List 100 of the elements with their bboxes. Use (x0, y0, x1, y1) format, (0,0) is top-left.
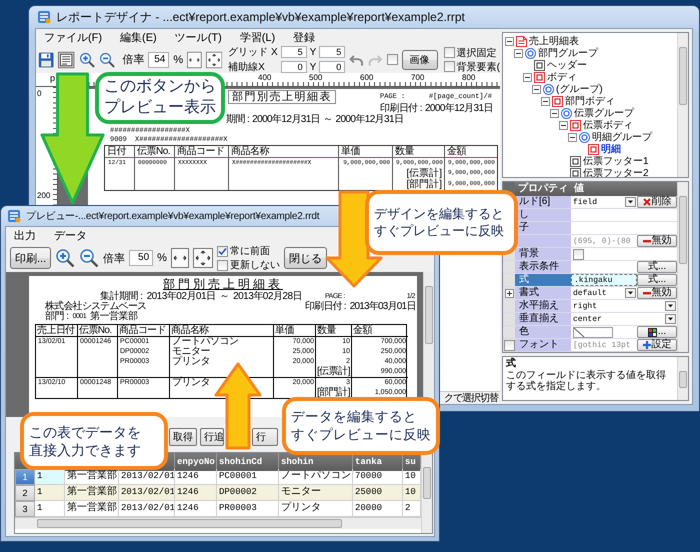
period-separator: ～ (323, 114, 332, 125)
collapse-icon[interactable] (559, 120, 568, 130)
menu-item[interactable]: ファイル(F) (44, 30, 102, 45)
department-label: 部門 : (45, 312, 69, 322)
total-label: [伝票計] (405, 168, 443, 179)
vertical-scrollbar[interactable] (677, 182, 688, 352)
zoom-field[interactable]: 50 (129, 250, 154, 266)
tree-item[interactable]: (グループ) (556, 82, 603, 96)
table-cell-text: プリンタ (171, 357, 211, 367)
table-cell[interactable]: 1 (35, 485, 65, 501)
column-header: enpyoNo (175, 453, 217, 471)
fit-page-icon[interactable] (206, 50, 222, 70)
table-cell[interactable]: 第一営業部 (65, 485, 119, 501)
option-checkbox[interactable]: 選択固定 (444, 46, 500, 58)
table-cell[interactable]: DP00002 (217, 485, 279, 501)
tree-item[interactable]: 伝票ボディ (583, 118, 633, 132)
property-value-field[interactable]: center (571, 313, 677, 325)
menu-item[interactable]: 登録 (293, 30, 316, 45)
tree-item[interactable]: 明細 (601, 142, 621, 156)
vertical-scrollbar[interactable] (421, 453, 432, 533)
vertical-scrollbar[interactable] (677, 357, 688, 400)
tree-item[interactable]: 伝票フッター1 (583, 154, 649, 168)
menu-item[interactable]: ツール(T) (174, 30, 222, 45)
column-header: プロパティ (517, 182, 569, 196)
grid-x-field[interactable]: 5 (280, 46, 307, 58)
collapse-icon[interactable] (568, 132, 577, 142)
zoom-field[interactable]: 54 (148, 52, 170, 68)
tree-item[interactable]: 部門ボディ (565, 94, 615, 108)
percent-label: % (157, 252, 167, 264)
square-icon (534, 60, 545, 70)
option-checkbox[interactable]: 背景要素( (444, 60, 500, 72)
zoom-out-icon[interactable] (79, 248, 100, 268)
table-cell-text: モニター (171, 347, 211, 357)
table-cell[interactable]: 25000 (353, 485, 403, 501)
checkmark-icon (218, 246, 227, 256)
property-value-field[interactable]: right (571, 300, 677, 312)
toolbar-button[interactable]: 行追 (200, 428, 224, 446)
close-button[interactable]: 閉じる (284, 247, 327, 269)
tree-item[interactable]: 伝票グループ (574, 106, 634, 120)
collapse-icon[interactable] (532, 84, 541, 94)
tree-item[interactable]: 売上明細表 (529, 34, 579, 48)
formula-button[interactable]: 式... (637, 274, 677, 286)
menu-item[interactable]: 学習(L) (240, 30, 276, 45)
tree-item[interactable]: 明細グループ (592, 130, 652, 144)
tree-item[interactable]: ボディ (547, 70, 577, 84)
tree-item[interactable]: 部門グループ (538, 46, 598, 60)
column-header: 数量 (393, 146, 445, 158)
horizontal-scrollbar[interactable] (15, 517, 421, 529)
zoom-in-icon[interactable] (55, 248, 76, 268)
collapse-icon[interactable] (505, 36, 514, 46)
image-button[interactable]: 画像 (402, 50, 438, 70)
fit-width-icon[interactable] (170, 248, 189, 268)
toolbar-button[interactable]: 取得 (169, 428, 197, 446)
percent-label: % (173, 54, 184, 66)
callout-text: すぐプレビューに反映 (291, 426, 432, 444)
property-value-field[interactable]: default (571, 287, 637, 299)
checkbox[interactable] (386, 54, 398, 65)
row-header[interactable]: 3 (15, 501, 35, 517)
minus-icon (642, 237, 650, 245)
tree-item[interactable]: ヘッダー (547, 58, 587, 72)
disable-button[interactable]: 無効 (637, 287, 677, 299)
grid-y-field[interactable]: 5 (319, 46, 346, 58)
document-grid-icon[interactable] (58, 50, 75, 70)
expand-icon[interactable] (504, 288, 514, 298)
property-name: 背景 (515, 248, 571, 260)
print-button[interactable]: 印刷... (10, 247, 52, 269)
vertical-scrollbar[interactable] (677, 33, 688, 177)
column-header: 金額 (445, 146, 497, 158)
ring-icon (543, 84, 554, 94)
collapse-icon[interactable] (523, 72, 532, 82)
table-cell[interactable]: 10 (403, 485, 421, 501)
property-value-field[interactable]: field (571, 196, 637, 208)
column-header: shohin (279, 453, 353, 471)
row-header[interactable]: 2 (15, 485, 35, 501)
row-header[interactable]: 1 (15, 469, 35, 485)
guide-x-field[interactable]: 0 (280, 61, 307, 73)
column-header: 商品名称 (170, 325, 274, 337)
formula-button[interactable]: 式... (637, 261, 677, 273)
toolbar-button[interactable]: 行 (252, 428, 278, 446)
column-header: 数量 (316, 325, 352, 337)
delete-button[interactable]: 削除 (637, 196, 677, 208)
checkbox[interactable] (573, 248, 584, 260)
fit-width-icon[interactable] (187, 50, 202, 70)
color-picker-button[interactable]: ... (637, 326, 677, 338)
property-value-field[interactable]: .kingaku (571, 274, 637, 286)
menu-item[interactable]: 出力 (14, 228, 36, 243)
collapse-icon[interactable] (550, 108, 559, 118)
table-cell[interactable]: 1246 (175, 485, 217, 501)
menu-item[interactable]: データ (54, 228, 87, 243)
option-checkbox[interactable]: 常に前面 (216, 245, 280, 257)
collapse-icon[interactable] (541, 96, 550, 106)
collapse-icon[interactable] (514, 48, 523, 58)
option-checkbox[interactable]: 更新しない (216, 259, 280, 271)
table-cell[interactable]: 1 (35, 469, 65, 485)
table-cell[interactable]: モニター (279, 485, 353, 501)
guide-y-field[interactable]: 0 (319, 61, 346, 73)
menu-item[interactable]: 編集(E) (120, 30, 157, 45)
cross-icon (642, 198, 650, 206)
fit-page-icon[interactable] (192, 248, 213, 268)
print-date-field: 2000年12月31日 (424, 103, 493, 114)
